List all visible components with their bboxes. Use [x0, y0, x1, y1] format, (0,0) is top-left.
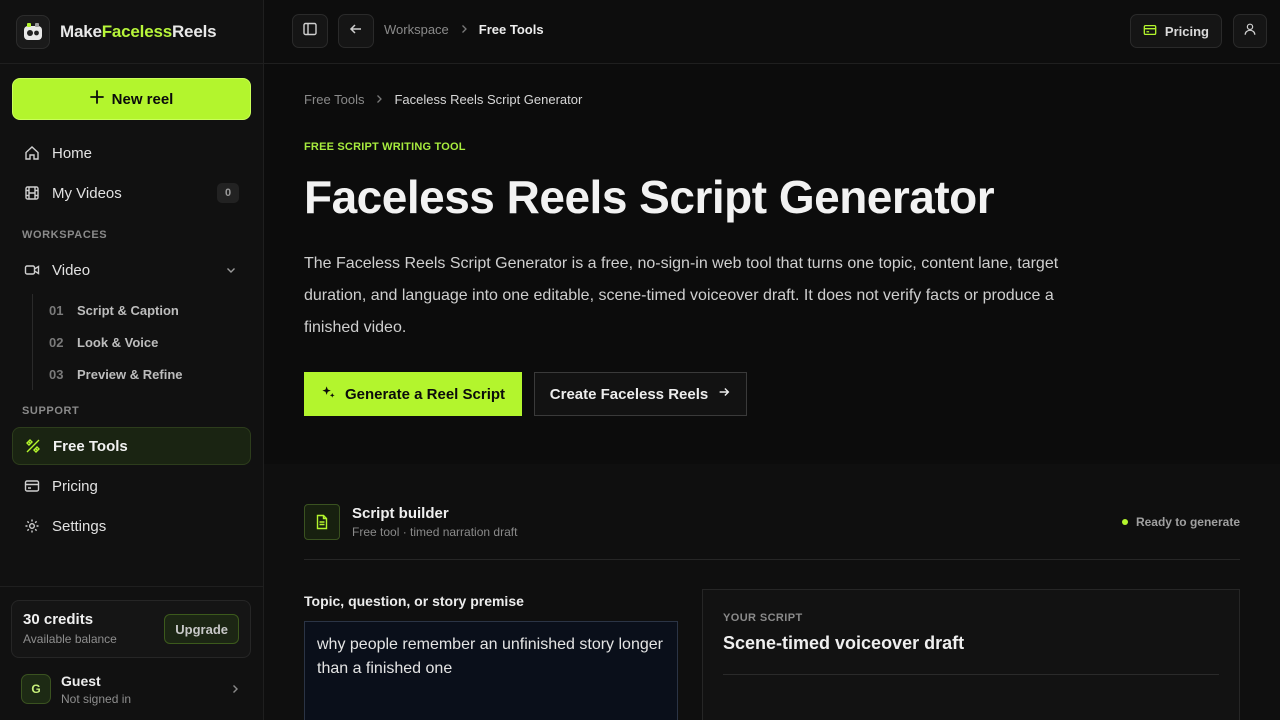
sidebar-item-free-tools[interactable]: Free Tools: [12, 427, 251, 465]
sidebar-item-label: Free Tools: [53, 437, 128, 455]
credit-card-icon: [1143, 23, 1157, 40]
step-label: Look & Voice: [77, 334, 159, 350]
chevron-down-icon[interactable]: [225, 263, 237, 280]
arrow-right-icon: [717, 385, 731, 403]
plus-icon: [89, 90, 104, 108]
step-label: Script & Caption: [77, 302, 179, 318]
pricing-button-label: Pricing: [1164, 23, 1209, 39]
video-camera-icon: [24, 262, 40, 278]
breadcrumb-free-tools[interactable]: Free Tools: [304, 92, 364, 107]
user-name: Guest: [61, 672, 101, 689]
film-icon: [24, 185, 40, 201]
my-videos-count-badge: 0: [217, 183, 239, 203]
brand[interactable]: MakeFacelessReels: [0, 0, 263, 64]
page-description: The Faceless Reels Script Generator is a…: [304, 255, 1059, 336]
main-content: Free Tools Faceless Reels Script Generat…: [264, 64, 1280, 720]
back-button[interactable]: [338, 14, 374, 48]
avatar: G: [21, 674, 51, 704]
pricing-button[interactable]: Pricing: [1129, 14, 1222, 48]
script-eyebrow: YOUR SCRIPT: [723, 612, 803, 624]
home-icon: [24, 145, 40, 161]
chevron-right-icon: [229, 682, 241, 700]
document-icon: [304, 504, 340, 540]
step-preview-refine[interactable]: 03 Preview & Refine: [49, 360, 249, 388]
toggle-sidebar-button[interactable]: [292, 14, 328, 48]
support-section-label: SUPPORT: [22, 405, 80, 417]
topbar: Workspace Free Tools Pricing: [264, 0, 1280, 64]
sidebar-item-my-videos[interactable]: My Videos 0: [12, 174, 251, 212]
top-breadcrumb-workspace[interactable]: Workspace: [384, 22, 449, 37]
builder-title: Script builder: [352, 505, 449, 522]
user-status: Not signed in: [61, 691, 132, 706]
status-indicator: Ready to generate: [1121, 515, 1240, 529]
breadcrumb: Free Tools Faceless Reels Script Generat…: [304, 92, 582, 107]
sparkle-icon: [321, 385, 336, 404]
script-output-card: YOUR SCRIPT Scene-timed voiceover draft: [702, 589, 1240, 720]
topic-input[interactable]: why people remember an unfinished story …: [304, 621, 678, 720]
upgrade-button[interactable]: Upgrade: [164, 614, 239, 644]
brand-logo-icon: [16, 14, 50, 49]
status-text: Ready to generate: [1135, 515, 1240, 529]
arrow-left-icon: [348, 21, 364, 42]
generate-script-button[interactable]: Generate a Reel Script: [304, 372, 522, 416]
page-eyebrow: FREE SCRIPT WRITING TOOL: [304, 141, 466, 153]
sidebar-item-label: Pricing: [52, 477, 98, 495]
sidebar-item-label: Home: [52, 144, 93, 162]
step-number: 02: [49, 334, 64, 350]
step-number: 03: [49, 366, 64, 382]
step-script-caption[interactable]: 01 Script & Caption: [49, 296, 249, 324]
user-icon: [1243, 22, 1257, 41]
page-title: Faceless Reels Script Generator: [304, 171, 995, 223]
sidebar-item-pricing[interactable]: Pricing: [12, 467, 251, 505]
sidebar-item-video[interactable]: Video: [12, 251, 251, 289]
sidebar-item-label: Settings: [52, 517, 107, 535]
sidebar-toggle-icon: [302, 21, 318, 42]
builder-subtitle: Free tool · timed narration draft: [352, 525, 518, 539]
user-menu-button[interactable]: [1233, 14, 1267, 48]
top-breadcrumb: Workspace Free Tools: [384, 22, 544, 37]
step-look-voice[interactable]: 02 Look & Voice: [49, 328, 249, 356]
top-breadcrumb-free-tools: Free Tools: [478, 22, 544, 37]
tools-icon: [25, 438, 41, 454]
chevron-right-icon: [374, 92, 384, 107]
sidebar: MakeFacelessReels New reel Home My Video…: [0, 0, 264, 720]
sidebar-item-settings[interactable]: Settings: [12, 507, 251, 545]
step-label: Preview & Refine: [77, 366, 183, 382]
sidebar-item-label: Video: [52, 261, 91, 279]
topic-field-label: Topic, question, or story premise: [304, 593, 524, 609]
builder-header: Script builder Free tool · timed narrati…: [304, 504, 1240, 560]
credits-card: 30 credits Available balance Upgrade: [11, 600, 251, 658]
chevron-right-icon: [459, 22, 469, 37]
workspaces-section-label: WORKSPACES: [22, 229, 108, 241]
script-builder-panel: Script builder Free tool · timed narrati…: [264, 464, 1280, 720]
brand-name: MakeFacelessReels: [60, 21, 217, 41]
new-reel-label: New reel: [111, 90, 174, 108]
sidebar-item-home[interactable]: Home: [12, 134, 251, 172]
create-reels-label: Create Faceless Reels: [549, 385, 709, 403]
new-reel-button[interactable]: New reel: [12, 78, 251, 120]
script-title: Scene-timed voiceover draft: [723, 633, 965, 653]
user-account-row[interactable]: G Guest Not signed in: [11, 667, 251, 711]
status-dot-icon: [1121, 519, 1128, 525]
breadcrumb-current: Faceless Reels Script Generator: [394, 92, 583, 107]
sidebar-item-label: My Videos: [52, 184, 122, 202]
video-steps-list: 01 Script & Caption 02 Look & Voice 03 P…: [32, 294, 183, 390]
step-number: 01: [49, 302, 64, 318]
divider: [723, 674, 1219, 675]
create-faceless-reels-button[interactable]: Create Faceless Reels: [534, 372, 747, 416]
gear-icon: [24, 518, 40, 534]
generate-script-label: Generate a Reel Script: [344, 385, 506, 403]
credit-card-icon: [24, 478, 40, 494]
sidebar-footer: 30 credits Available balance Upgrade G G…: [0, 586, 263, 720]
